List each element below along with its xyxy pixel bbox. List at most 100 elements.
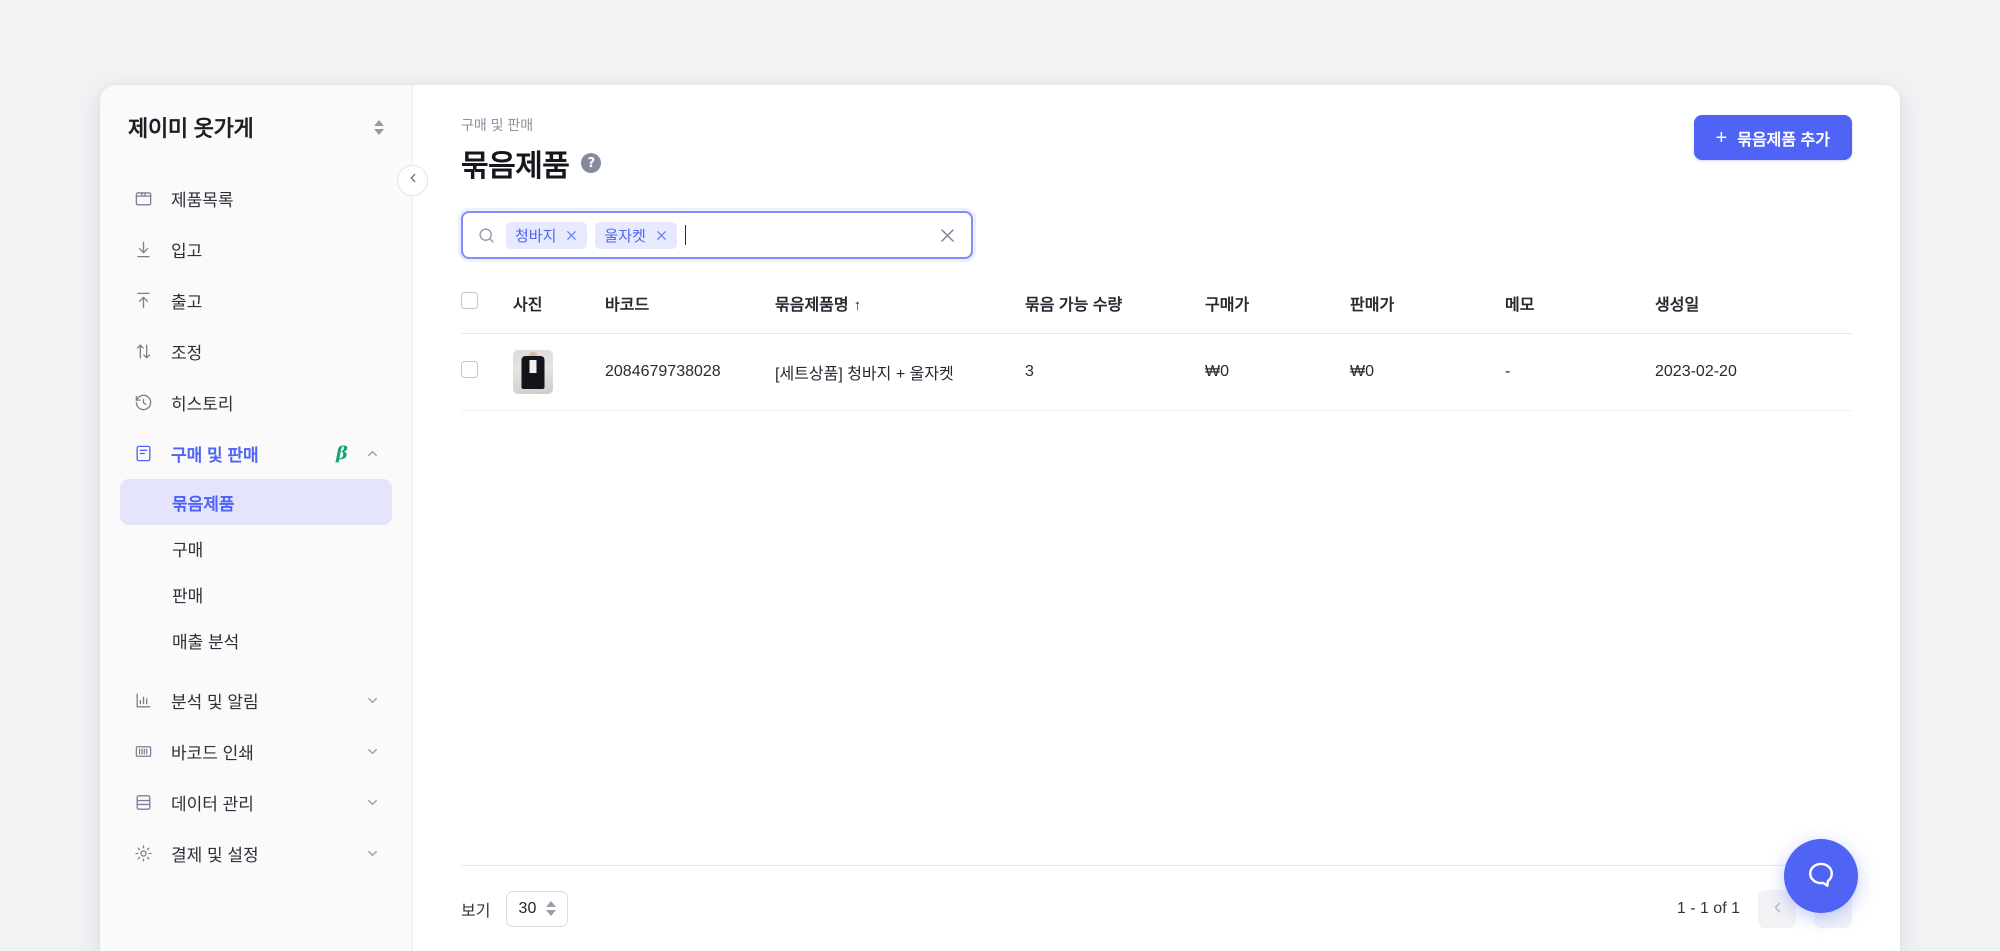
- chevron-left-icon: [1769, 899, 1786, 919]
- select-all-header: [461, 291, 513, 334]
- row-select-cell: [461, 333, 513, 411]
- database-icon: [132, 792, 154, 814]
- sidebar-item-products[interactable]: 제품목록: [120, 173, 392, 224]
- column-header-qty[interactable]: 묶음 가능 수량: [1025, 291, 1205, 334]
- column-header-created[interactable]: 생성일: [1655, 291, 1852, 334]
- sidebar-subitem-label: 매출 분석: [172, 632, 240, 652]
- product-thumbnail[interactable]: [513, 350, 553, 394]
- table-footer: 보기 30 1 - 1 of 1: [461, 865, 1852, 951]
- column-header-memo[interactable]: 메모: [1505, 291, 1655, 334]
- up-down-chevrons-icon[interactable]: [374, 119, 384, 135]
- close-icon[interactable]: [565, 229, 578, 242]
- sidebar-item-purchase[interactable]: 구매: [120, 525, 392, 571]
- main-content: 구매 및 판매 묶음제품 ? + 묶음제품 추가 청바지 울자켓 사진 바코드 …: [413, 85, 1900, 951]
- arrow-down-to-line-icon: [132, 239, 154, 261]
- sidebar-item-label: 바코드 인쇄: [171, 744, 254, 763]
- sidebar-item-label: 히스토리: [171, 395, 234, 414]
- sidebar-item-label: 출고: [171, 293, 203, 312]
- sort-ascending-icon: ↑: [853, 297, 862, 314]
- box-icon: [132, 188, 154, 210]
- row-buy-price: ₩0: [1205, 333, 1350, 411]
- column-header-buy-price[interactable]: 구매가: [1205, 291, 1350, 334]
- sidebar-item-outbound[interactable]: 출고: [120, 275, 392, 326]
- search-tag[interactable]: 청바지: [506, 221, 588, 249]
- sidebar-item-bundle-products[interactable]: 묶음제품: [120, 479, 392, 525]
- column-header-name[interactable]: 묶음제품명 ↑: [775, 291, 1025, 334]
- chevron-down-icon[interactable]: [365, 846, 380, 861]
- sidebar-section-label: 구매 및 판매: [171, 446, 259, 465]
- sidebar-item-sales-analysis[interactable]: 매출 분석: [120, 617, 392, 663]
- row-name: [세트상품] 청바지 + 울자켓: [775, 333, 1025, 411]
- title-row: 묶음제품 ?: [461, 141, 602, 185]
- row-checkbox[interactable]: [461, 361, 478, 378]
- page-header: 구매 및 판매 묶음제품 ? + 묶음제품 추가: [461, 115, 1852, 185]
- sidebar: 제이미 옷가게 제품목록 입고 출고 조정 히스토리 구매 및 판매 β 묶음제…: [100, 85, 428, 951]
- sidebar-section-purchase-sales[interactable]: 구매 및 판매 β: [120, 428, 392, 479]
- gear-icon: [132, 843, 154, 865]
- chevron-up-icon[interactable]: [365, 446, 380, 461]
- sidebar-item-history[interactable]: 히스토리: [120, 377, 392, 428]
- table-row[interactable]: 2084679738028 [세트상품] 청바지 + 울자켓 3 ₩0 ₩0 -…: [461, 333, 1852, 411]
- clear-search-icon[interactable]: [938, 226, 957, 245]
- sidebar-item-analytics-alerts[interactable]: 분석 및 알림: [120, 675, 392, 726]
- chevron-down-icon[interactable]: [365, 693, 380, 708]
- chat-bubble-icon: [1804, 858, 1838, 895]
- app-window: 제이미 옷가게 제품목록 입고 출고 조정 히스토리 구매 및 판매 β 묶음제…: [100, 85, 1900, 951]
- arrows-up-down-icon: [132, 341, 154, 363]
- close-icon[interactable]: [655, 229, 668, 242]
- sidebar-item-barcode-print[interactable]: 바코드 인쇄: [120, 726, 392, 777]
- search-tags: 청바지 울자켓: [506, 221, 928, 249]
- per-page-value: 30: [518, 899, 537, 917]
- sidebar-subitem-label: 묶음제품: [172, 494, 235, 514]
- table-header-row: 사진 바코드 묶음제품명 ↑ 묶음 가능 수량 구매가 판매가 메모 생성일: [461, 291, 1852, 334]
- select-all-checkbox[interactable]: [461, 292, 478, 309]
- per-page-control: 보기 30: [461, 890, 569, 927]
- sidebar-subitem-label: 구매: [172, 540, 204, 560]
- bar-chart-icon: [132, 690, 154, 712]
- help-chat-button[interactable]: [1784, 839, 1858, 913]
- row-sell-price: ₩0: [1350, 333, 1505, 411]
- main-inner: 구매 및 판매 묶음제품 ? + 묶음제품 추가 청바지 울자켓 사진 바코드 …: [413, 85, 1900, 865]
- sidebar-item-label: 결제 및 설정: [171, 846, 259, 865]
- sidebar-item-label: 제품목록: [171, 191, 234, 210]
- add-bundle-product-button[interactable]: + 묶음제품 추가: [1693, 115, 1852, 160]
- text-cursor: [684, 225, 687, 245]
- pagination-range: 1 - 1 of 1: [1676, 899, 1740, 917]
- workspace-name: 제이미 옷가게: [128, 116, 254, 141]
- row-barcode: 2084679738028: [605, 333, 775, 411]
- sidebar-nav: 제품목록 입고 출고 조정 히스토리 구매 및 판매 β 묶음제품 구매 판매 …: [100, 173, 412, 879]
- beta-badge: β: [336, 443, 348, 464]
- search-input[interactable]: 청바지 울자켓: [461, 211, 973, 259]
- bundle-products-table: 사진 바코드 묶음제품명 ↑ 묶음 가능 수량 구매가 판매가 메모 생성일 2…: [461, 291, 1852, 865]
- arrow-up-from-line-icon: [132, 290, 154, 312]
- search-area: 청바지 울자켓: [461, 211, 1852, 259]
- barcode-icon: [132, 741, 154, 763]
- per-page-select[interactable]: 30: [506, 890, 569, 927]
- help-icon[interactable]: ?: [581, 153, 602, 173]
- sidebar-item-label: 분석 및 알림: [171, 693, 259, 712]
- sidebar-item-adjust[interactable]: 조정: [120, 326, 392, 377]
- column-header-barcode[interactable]: 바코드: [605, 291, 775, 334]
- history-clock-icon: [132, 392, 154, 414]
- column-header-sell-price[interactable]: 판매가: [1350, 291, 1505, 334]
- sidebar-item-label: 입고: [171, 242, 203, 261]
- chevron-down-icon[interactable]: [365, 744, 380, 759]
- column-header-name-label: 묶음제품명: [775, 297, 849, 314]
- sidebar-item-inbound[interactable]: 입고: [120, 224, 392, 275]
- sidebar-item-billing-settings[interactable]: 결제 및 설정: [120, 828, 392, 879]
- row-memo: -: [1505, 333, 1655, 411]
- chevron-left-icon: [406, 171, 420, 190]
- up-down-chevrons-icon: [546, 901, 557, 916]
- chevron-down-icon[interactable]: [365, 795, 380, 810]
- sidebar-item-sales[interactable]: 판매: [120, 571, 392, 617]
- page-header-left: 구매 및 판매 묶음제품 ?: [461, 115, 602, 185]
- row-created: 2023-02-20: [1655, 333, 1852, 411]
- search-tag-label: 청바지: [515, 227, 557, 245]
- search-tag[interactable]: 울자켓: [595, 221, 677, 249]
- column-header-photo[interactable]: 사진: [513, 291, 605, 334]
- plus-icon: +: [1715, 126, 1728, 149]
- sidebar-collapse-toggle[interactable]: [397, 165, 428, 196]
- sidebar-item-data-management[interactable]: 데이터 관리: [120, 777, 392, 828]
- search-tag-label: 울자켓: [604, 227, 646, 245]
- workspace-switcher[interactable]: 제이미 옷가게: [128, 111, 384, 143]
